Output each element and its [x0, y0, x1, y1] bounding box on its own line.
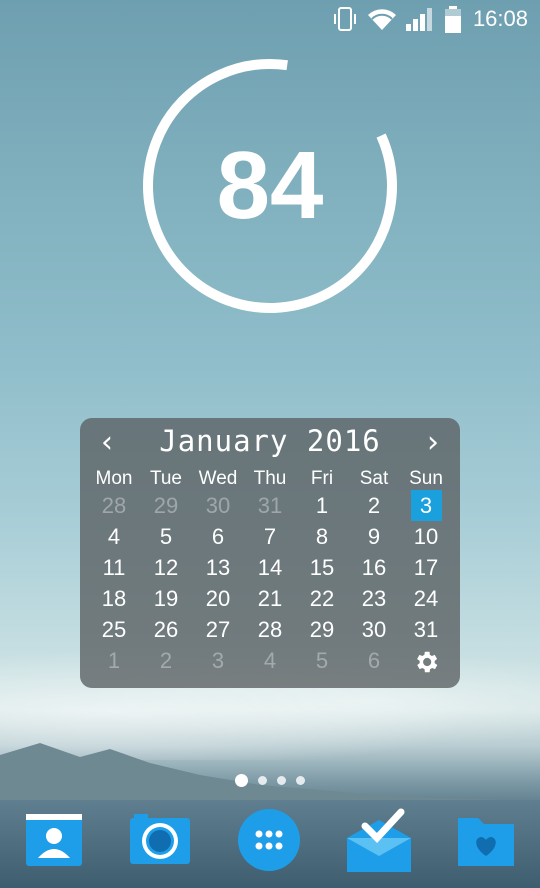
- calendar-day[interactable]: 14: [244, 552, 296, 583]
- weekday-header: Mon Tue Wed Thu Fri Sat Sun: [88, 468, 452, 490]
- calendar-week: 11 12 13 14 15 16 17: [88, 552, 452, 583]
- calendar-day[interactable]: 20: [192, 583, 244, 614]
- calendar-widget: ‹ January 2016 › Mon Tue Wed Thu Fri Sat…: [80, 418, 460, 688]
- calendar-day[interactable]: 21: [244, 583, 296, 614]
- page-indicator: [0, 774, 540, 787]
- calendar-day-other-month[interactable]: 2: [140, 645, 192, 676]
- calendar-day[interactable]: 23: [348, 583, 400, 614]
- weekday-label: Fri: [310, 468, 334, 489]
- calendar-day[interactable]: 1: [296, 490, 348, 521]
- calendar-day-other-month[interactable]: 4: [244, 645, 296, 676]
- weekday-label: Mon: [95, 468, 133, 489]
- app-drawer-icon[interactable]: [237, 808, 301, 872]
- vibrate-icon: [334, 7, 356, 31]
- calendar-day[interactable]: 17: [400, 552, 452, 583]
- weekday-label: Tue: [149, 468, 183, 489]
- calendar-day-today[interactable]: 3: [400, 490, 452, 521]
- calendar-day[interactable]: 28: [244, 614, 296, 645]
- inbox-icon[interactable]: [343, 808, 415, 876]
- calendar-week: 28 29 30 31 1 2 3: [88, 490, 452, 521]
- weekday-label: Sat: [359, 468, 389, 489]
- calendar-day[interactable]: 15: [296, 552, 348, 583]
- calendar-day-other-month[interactable]: 28: [88, 490, 140, 521]
- battery-level-text: 84: [216, 132, 324, 239]
- calendar-day[interactable]: 7: [244, 521, 296, 552]
- calendar-week: 4 5 6 7 8 9 10: [88, 521, 452, 552]
- contacts-icon[interactable]: [22, 808, 86, 872]
- wifi-icon: [368, 9, 396, 31]
- calendar-day[interactable]: 12: [140, 552, 192, 583]
- page-dot[interactable]: [277, 776, 286, 785]
- calendar-day-other-month[interactable]: 31: [244, 490, 296, 521]
- calendar-week: 25 26 27 28 29 30 31: [88, 614, 452, 645]
- calendar-day[interactable]: 8: [296, 521, 348, 552]
- calendar-day[interactable]: 10: [400, 521, 452, 552]
- calendar-week: 18 19 20 21 22 23 24: [88, 583, 452, 614]
- calendar-day[interactable]: 9: [348, 521, 400, 552]
- calendar-day[interactable]: 5: [140, 521, 192, 552]
- calendar-day[interactable]: 31: [400, 614, 452, 645]
- weekday-label: Sun: [409, 468, 443, 489]
- calendar-header: ‹ January 2016 ›: [80, 418, 460, 468]
- battery-widget[interactable]: 84: [140, 56, 400, 316]
- calendar-day[interactable]: 26: [140, 614, 192, 645]
- gear-icon: [417, 651, 438, 673]
- calendar-day[interactable]: 19: [140, 583, 192, 614]
- camera-icon[interactable]: [128, 808, 192, 872]
- calendar-month-title[interactable]: January 2016: [80, 424, 460, 458]
- calendar-day[interactable]: 16: [348, 552, 400, 583]
- file-manager-icon[interactable]: [454, 808, 518, 872]
- calendar-day[interactable]: 22: [296, 583, 348, 614]
- calendar-grid: 28 29 30 31 1 2 3 4 5 6 7 8 9 10 11 12 1…: [88, 490, 452, 676]
- chevron-right-icon[interactable]: ›: [418, 426, 448, 462]
- calendar-day[interactable]: 18: [88, 583, 140, 614]
- weekday-label: Thu: [253, 468, 287, 489]
- calendar-day-other-month[interactable]: 30: [192, 490, 244, 521]
- clock: 16:08: [472, 6, 528, 31]
- calendar-settings-button[interactable]: [400, 645, 452, 676]
- calendar-day[interactable]: 13: [192, 552, 244, 583]
- calendar-day[interactable]: 27: [192, 614, 244, 645]
- page-dot-active[interactable]: [235, 774, 248, 787]
- calendar-day[interactable]: 25: [88, 614, 140, 645]
- page-dot[interactable]: [296, 776, 305, 785]
- calendar-day[interactable]: 24: [400, 583, 452, 614]
- calendar-day-other-month[interactable]: 3: [192, 645, 244, 676]
- calendar-day[interactable]: 30: [348, 614, 400, 645]
- today-highlight: 3: [410, 490, 442, 521]
- calendar-week: 1 2 3 4 5 6: [88, 645, 452, 676]
- calendar-day[interactable]: 6: [192, 521, 244, 552]
- calendar-day-other-month[interactable]: 1: [88, 645, 140, 676]
- calendar-day-other-month[interactable]: 5: [296, 645, 348, 676]
- calendar-day-other-month[interactable]: 6: [348, 645, 400, 676]
- calendar-day[interactable]: 2: [348, 490, 400, 521]
- page-dot[interactable]: [258, 776, 267, 785]
- calendar-day[interactable]: 29: [296, 614, 348, 645]
- calendar-day[interactable]: 11: [88, 552, 140, 583]
- status-bar: 16:08: [0, 0, 540, 36]
- calendar-day-other-month[interactable]: 29: [140, 490, 192, 521]
- signal-icon: [406, 8, 432, 31]
- battery-icon: [445, 6, 461, 33]
- app-dock: [0, 808, 540, 888]
- calendar-day[interactable]: 4: [88, 521, 140, 552]
- weekday-label: Wed: [198, 468, 238, 489]
